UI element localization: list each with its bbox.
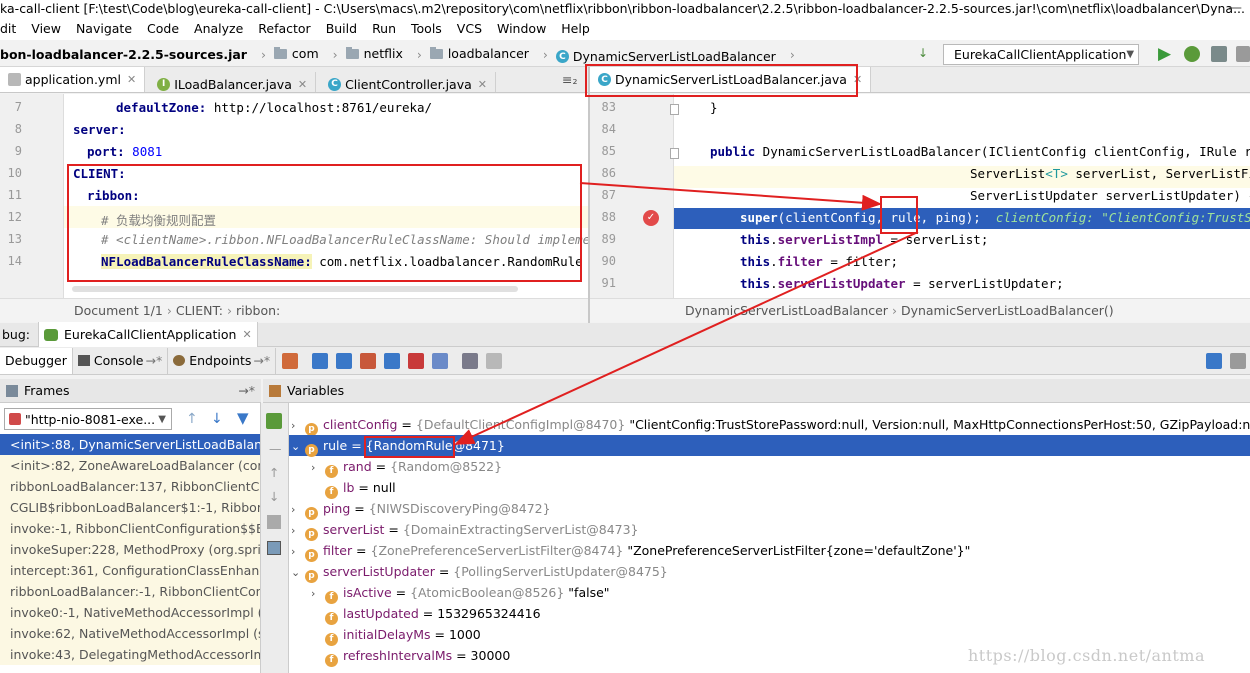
- annotation-arrow-rule-to-value: [454, 231, 919, 445]
- annotation-arrows: [454, 182, 919, 445]
- annotation-arrow-config-to-rule: [579, 182, 882, 211]
- watermark: https://blog.csdn.net/antma: [968, 646, 1205, 665]
